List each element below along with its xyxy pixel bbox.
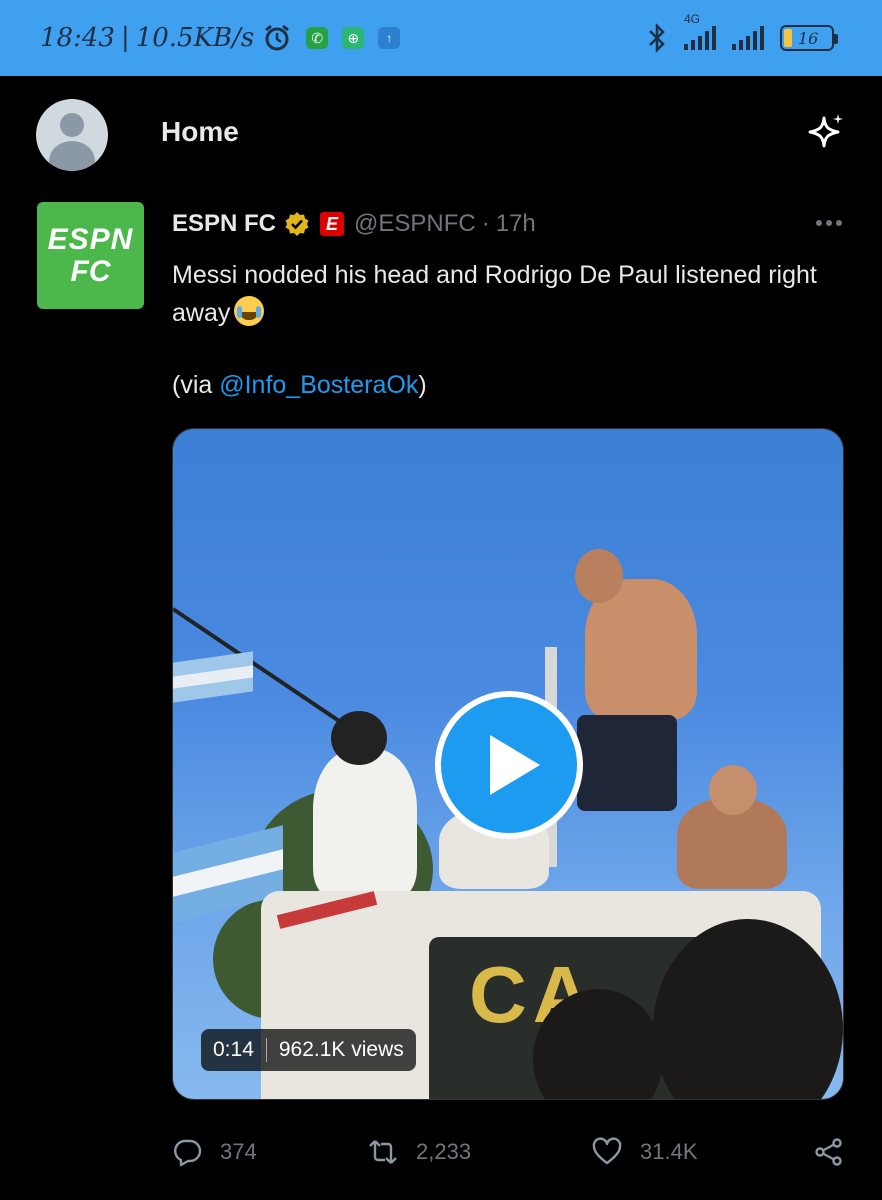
- scene-person: [313, 749, 417, 899]
- battery-fill: [784, 29, 792, 47]
- reply-count: 374: [220, 1139, 257, 1164]
- scene-person-shorts: [577, 715, 677, 811]
- avatar-logo-text-bottom: FC: [70, 254, 111, 288]
- retweet-button[interactable]: 2,233: [368, 1137, 471, 1167]
- meta-dot: ·: [481, 210, 490, 237]
- video-media[interactable]: CA 0:14 962.1K views: [172, 428, 844, 1100]
- via-prefix: (via: [172, 371, 220, 399]
- upload-icon: ↑: [378, 27, 401, 49]
- author-handle[interactable]: @ESPNFC: [354, 210, 476, 238]
- signal-icon-secondary: [732, 26, 764, 50]
- play-button[interactable]: [435, 691, 583, 839]
- video-info-overlay: 0:14 962.1K views: [201, 1029, 416, 1071]
- scene-person-head: [575, 549, 623, 603]
- like-button[interactable]: 31.4K: [592, 1137, 698, 1167]
- tweet-via: (via @Info_BosteraOk): [172, 366, 427, 404]
- status-system-icons: 4G 16: [646, 0, 838, 76]
- heart-icon: [592, 1137, 622, 1165]
- reply-button[interactable]: 374: [172, 1137, 257, 1167]
- profile-avatar[interactable]: [36, 99, 108, 171]
- more-options-icon[interactable]: [816, 220, 842, 226]
- scene-person-head: [331, 711, 387, 765]
- share-icon: [815, 1138, 842, 1166]
- retweet-icon: [369, 1140, 397, 1164]
- retweet-count: 2,233: [416, 1139, 472, 1164]
- tweet-text: Messi nodded his head and Rodrigo De Pau…: [172, 256, 832, 332]
- avatar-head: [60, 113, 84, 137]
- status-bar: 18:43 | 10.5KB/s ✆ ⊕ ↑ 4G 16: [0, 0, 882, 76]
- espn-fc-avatar[interactable]: ESPN FC: [37, 202, 144, 309]
- app-plus-icon: ⊕: [342, 27, 365, 49]
- video-info-divider: [265, 1038, 267, 1062]
- avatar-logo-text-top: ESPN: [47, 222, 134, 256]
- network-type-label: 4G: [684, 12, 701, 26]
- battery-icon: 16: [780, 25, 838, 51]
- page-title: Home: [161, 116, 239, 147]
- via-suffix: ): [418, 371, 427, 399]
- battery-level: 16: [798, 28, 819, 48]
- affiliate-badge[interactable]: E: [320, 212, 345, 236]
- verified-badge-icon: [285, 212, 309, 236]
- tweet-header: ESPN FC E @ESPNFC · 17h: [172, 208, 536, 240]
- tweet-actions: 374 2,233 31.4K: [172, 1130, 844, 1174]
- status-separator: |: [120, 23, 130, 53]
- alarm-icon: [265, 24, 290, 51]
- share-button[interactable]: [814, 1137, 844, 1167]
- tweet-time[interactable]: 17h: [496, 210, 536, 238]
- reply-icon: [174, 1139, 202, 1167]
- signal-icon: [684, 26, 716, 50]
- tweet[interactable]: ESPN FC ESPN FC E @ESPNFC · 17h Messi no…: [0, 192, 882, 1200]
- scene-flag: [173, 651, 253, 703]
- tweet-body: Messi nodded his head and Rodrigo De Pau…: [172, 261, 817, 327]
- status-notification-icons: ✆ ⊕ ↑: [262, 23, 401, 53]
- tears-of-joy-emoji-icon: [234, 296, 265, 326]
- video-views: 962.1K views: [278, 1038, 404, 1061]
- video-duration: 0:14: [213, 1038, 254, 1061]
- sparkle-icon[interactable]: [806, 112, 846, 152]
- status-time: 18:43: [40, 23, 115, 53]
- like-count: 31.4K: [640, 1139, 698, 1164]
- whatsapp-icon: ✆: [306, 27, 329, 49]
- avatar-body: [49, 141, 95, 171]
- via-mention-link[interactable]: @Info_BosteraOk: [219, 371, 418, 399]
- signal-4g: 4G: [684, 12, 716, 50]
- timeline-header: Home: [0, 76, 882, 192]
- author-display-name[interactable]: ESPN FC: [172, 210, 276, 238]
- status-net-speed: 10.5KB/s: [135, 23, 255, 53]
- scene-person-head: [709, 765, 757, 815]
- bluetooth-icon: [649, 22, 665, 54]
